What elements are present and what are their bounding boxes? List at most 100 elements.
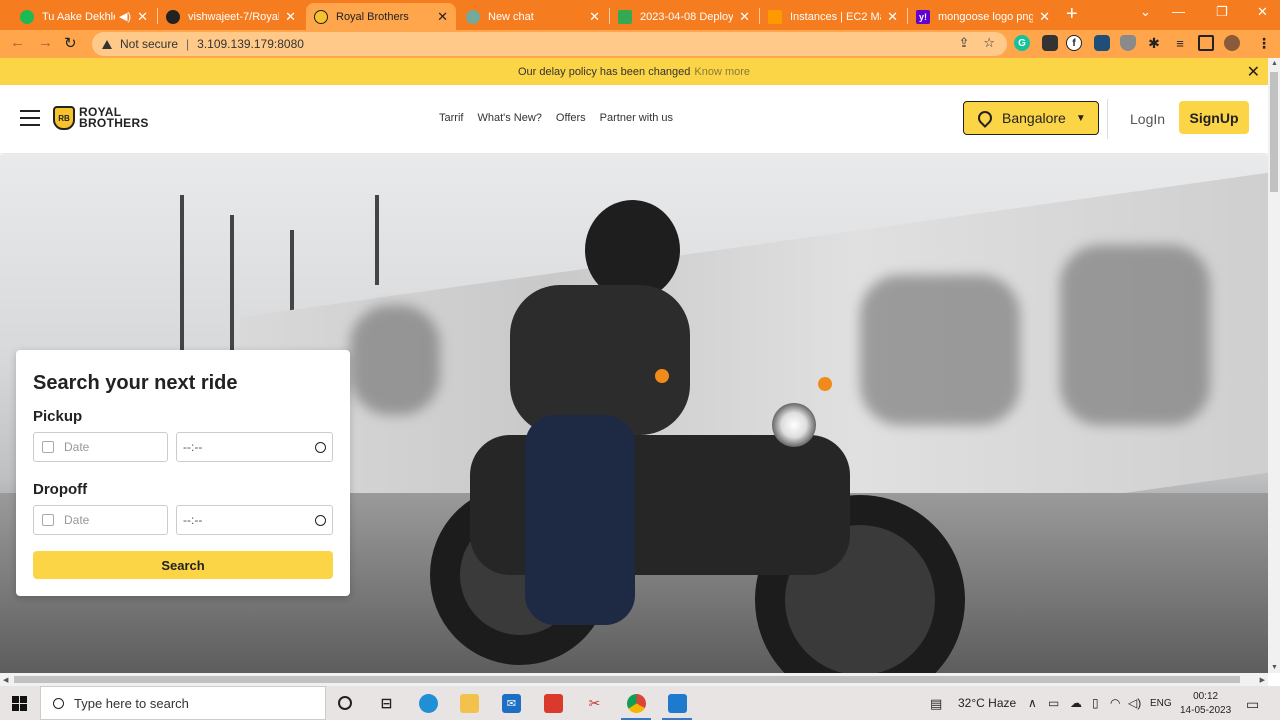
windows-start-icon[interactable]: [12, 696, 27, 711]
tab-title: mongoose logo png: [938, 10, 1034, 23]
edge-icon[interactable]: [419, 694, 438, 713]
close-tab-icon[interactable]: ✕: [137, 9, 148, 25]
reload-button[interactable]: ↻: [64, 34, 77, 52]
search-ride-card: Search your next ride Pickup Date --:-- …: [16, 350, 350, 596]
yahoo-icon: y!: [916, 9, 930, 24]
close-tab-icon[interactable]: ✕: [589, 9, 600, 25]
extension-icon[interactable]: [1042, 35, 1058, 51]
close-tab-icon[interactable]: ✕: [887, 9, 898, 25]
language-indicator[interactable]: ENG: [1150, 698, 1172, 709]
github-icon: [166, 9, 180, 24]
city-selector[interactable]: Bangalore ▼: [963, 101, 1099, 135]
vertical-scrollbar[interactable]: ▲ ▼: [1268, 58, 1280, 673]
gift-icon[interactable]: [544, 694, 563, 713]
close-tab-icon[interactable]: ✕: [285, 9, 296, 25]
side-panel-icon[interactable]: [1198, 35, 1214, 51]
chrome-icon[interactable]: [627, 694, 646, 713]
browser-tab[interactable]: Tu Aake Dekhle - ◀) ✕: [12, 3, 156, 30]
logo-mark: RB: [53, 106, 75, 130]
weather-icon[interactable]: ▤: [930, 696, 942, 712]
browser-tab[interactable]: vishwajeet-7/Royal_B ✕: [158, 3, 304, 30]
avatar[interactable]: [1224, 35, 1240, 51]
hamburger-menu-icon[interactable]: [20, 110, 40, 131]
minimize-button[interactable]: —: [1172, 4, 1185, 19]
tab-title: Tu Aake Dekhle -: [42, 10, 115, 23]
wifi-icon[interactable]: ◠: [1110, 696, 1120, 710]
dropoff-date-input[interactable]: Date: [33, 505, 168, 535]
bookmark-star-icon[interactable]: ☆: [983, 35, 995, 51]
clock-icon: [315, 514, 326, 526]
site-header: RB ROYAL BROTHERS Tarrif What's New? Off…: [0, 85, 1268, 153]
mail-icon[interactable]: ✉: [502, 694, 521, 713]
weather-text[interactable]: 32°C Haze: [958, 696, 1016, 710]
search-icon: [53, 697, 64, 709]
dropoff-label: Dropoff: [33, 481, 88, 498]
chevron-up-icon[interactable]: ∧: [1028, 696, 1037, 710]
header-divider: [1107, 99, 1108, 139]
browser-tab[interactable]: New chat ✕: [458, 3, 608, 30]
taskbar-clock[interactable]: 00:12 14-05-2023: [1180, 690, 1231, 718]
nav-link-tarrif[interactable]: Tarrif: [439, 112, 463, 124]
browser-tab[interactable]: y! mongoose logo png ✕: [908, 3, 1058, 30]
browser-tab-active[interactable]: Royal Brothers ✕: [306, 3, 456, 30]
search-card-title: Search your next ride: [33, 372, 238, 394]
menu-kebab-icon[interactable]: ⋮: [1256, 35, 1272, 51]
tab-title: Royal Brothers: [336, 10, 409, 23]
close-window-button[interactable]: ✕: [1257, 4, 1268, 20]
tab-search-icon[interactable]: ⌄: [1140, 4, 1151, 20]
tab-title: 2023-04-08 Deployme: [640, 10, 734, 23]
nav-link-partner[interactable]: Partner with us: [600, 112, 673, 124]
royal-brothers-icon: [314, 9, 328, 24]
usb-icon[interactable]: ▯: [1092, 696, 1099, 710]
windows-taskbar: Type here to search ⊟ ✉ ✂ ▤ 32°C Haze ∧ …: [0, 686, 1280, 720]
task-view-icon[interactable]: ⊟: [377, 694, 396, 713]
vscode-icon[interactable]: [668, 694, 687, 713]
clock-icon: [315, 441, 326, 453]
browser-tab[interactable]: Instances | EC2 Mana ✕: [760, 3, 906, 30]
formula-icon[interactable]: f: [1066, 35, 1082, 51]
new-tab-button[interactable]: +: [1066, 4, 1078, 24]
react-devtools-icon[interactable]: [1094, 35, 1110, 51]
notification-icon[interactable]: ▭: [1246, 696, 1259, 713]
close-tab-icon[interactable]: ✕: [739, 9, 750, 25]
pickup-date-input[interactable]: Date: [33, 432, 168, 462]
royal-brothers-logo[interactable]: RB ROYAL BROTHERS: [53, 106, 149, 130]
close-tab-icon[interactable]: ✕: [1039, 9, 1050, 25]
battery-icon[interactable]: ▭: [1048, 696, 1059, 710]
puzzle-icon[interactable]: ✱: [1146, 35, 1162, 51]
browser-tab-strip: Tu Aake Dekhle - ◀) ✕ vishwajeet-7/Royal…: [0, 0, 1280, 30]
restore-button[interactable]: ❐: [1216, 4, 1228, 20]
browser-tab[interactable]: 2023-04-08 Deployme ✕: [610, 3, 758, 30]
cloud-icon[interactable]: ☁: [1070, 696, 1082, 710]
back-button[interactable]: ←: [10, 34, 25, 51]
spotify-icon: [20, 9, 34, 24]
cortana-icon[interactable]: [338, 696, 352, 710]
forward-button[interactable]: →: [38, 34, 53, 51]
search-button[interactable]: Search: [33, 551, 333, 579]
file-explorer-icon[interactable]: [460, 694, 479, 713]
share-icon[interactable]: ⇪: [958, 35, 969, 51]
snipping-tool-icon[interactable]: ✂: [585, 694, 604, 713]
horizontal-scrollbar[interactable]: ◀ ▶: [0, 673, 1268, 686]
close-icon[interactable]: ✕: [1247, 62, 1260, 82]
know-more-link[interactable]: Know more: [694, 66, 750, 78]
browser-toolbar: ← → ↻ Not secure | 3.109.139.179:8080 ⇪ …: [0, 30, 1280, 58]
main-nav: Tarrif What's New? Offers Partner with u…: [439, 112, 687, 124]
shield-icon[interactable]: [1120, 35, 1136, 51]
login-button[interactable]: LogIn: [1130, 111, 1165, 127]
city-name: Bangalore: [1002, 110, 1066, 126]
close-tab-icon[interactable]: ✕: [437, 9, 448, 25]
reading-list-icon[interactable]: ≡: [1172, 35, 1188, 51]
dropoff-time-input[interactable]: --:--: [176, 505, 333, 535]
grammarly-icon[interactable]: G: [1014, 35, 1030, 51]
speaker-icon[interactable]: ◀): [119, 10, 131, 23]
tab-title: New chat: [488, 10, 534, 23]
notice-text: Our delay policy has been changed: [517, 65, 691, 78]
taskbar-search-input[interactable]: Type here to search: [40, 686, 326, 720]
pickup-time-input[interactable]: --:--: [176, 432, 333, 462]
volume-icon[interactable]: ◁): [1128, 696, 1141, 710]
nav-link-offers[interactable]: Offers: [556, 112, 586, 124]
nav-link-whats-new[interactable]: What's New?: [477, 112, 541, 124]
signup-button[interactable]: SignUp: [1179, 101, 1249, 134]
address-bar[interactable]: Not secure | 3.109.139.179:8080 ⇪ ☆: [92, 32, 1007, 56]
